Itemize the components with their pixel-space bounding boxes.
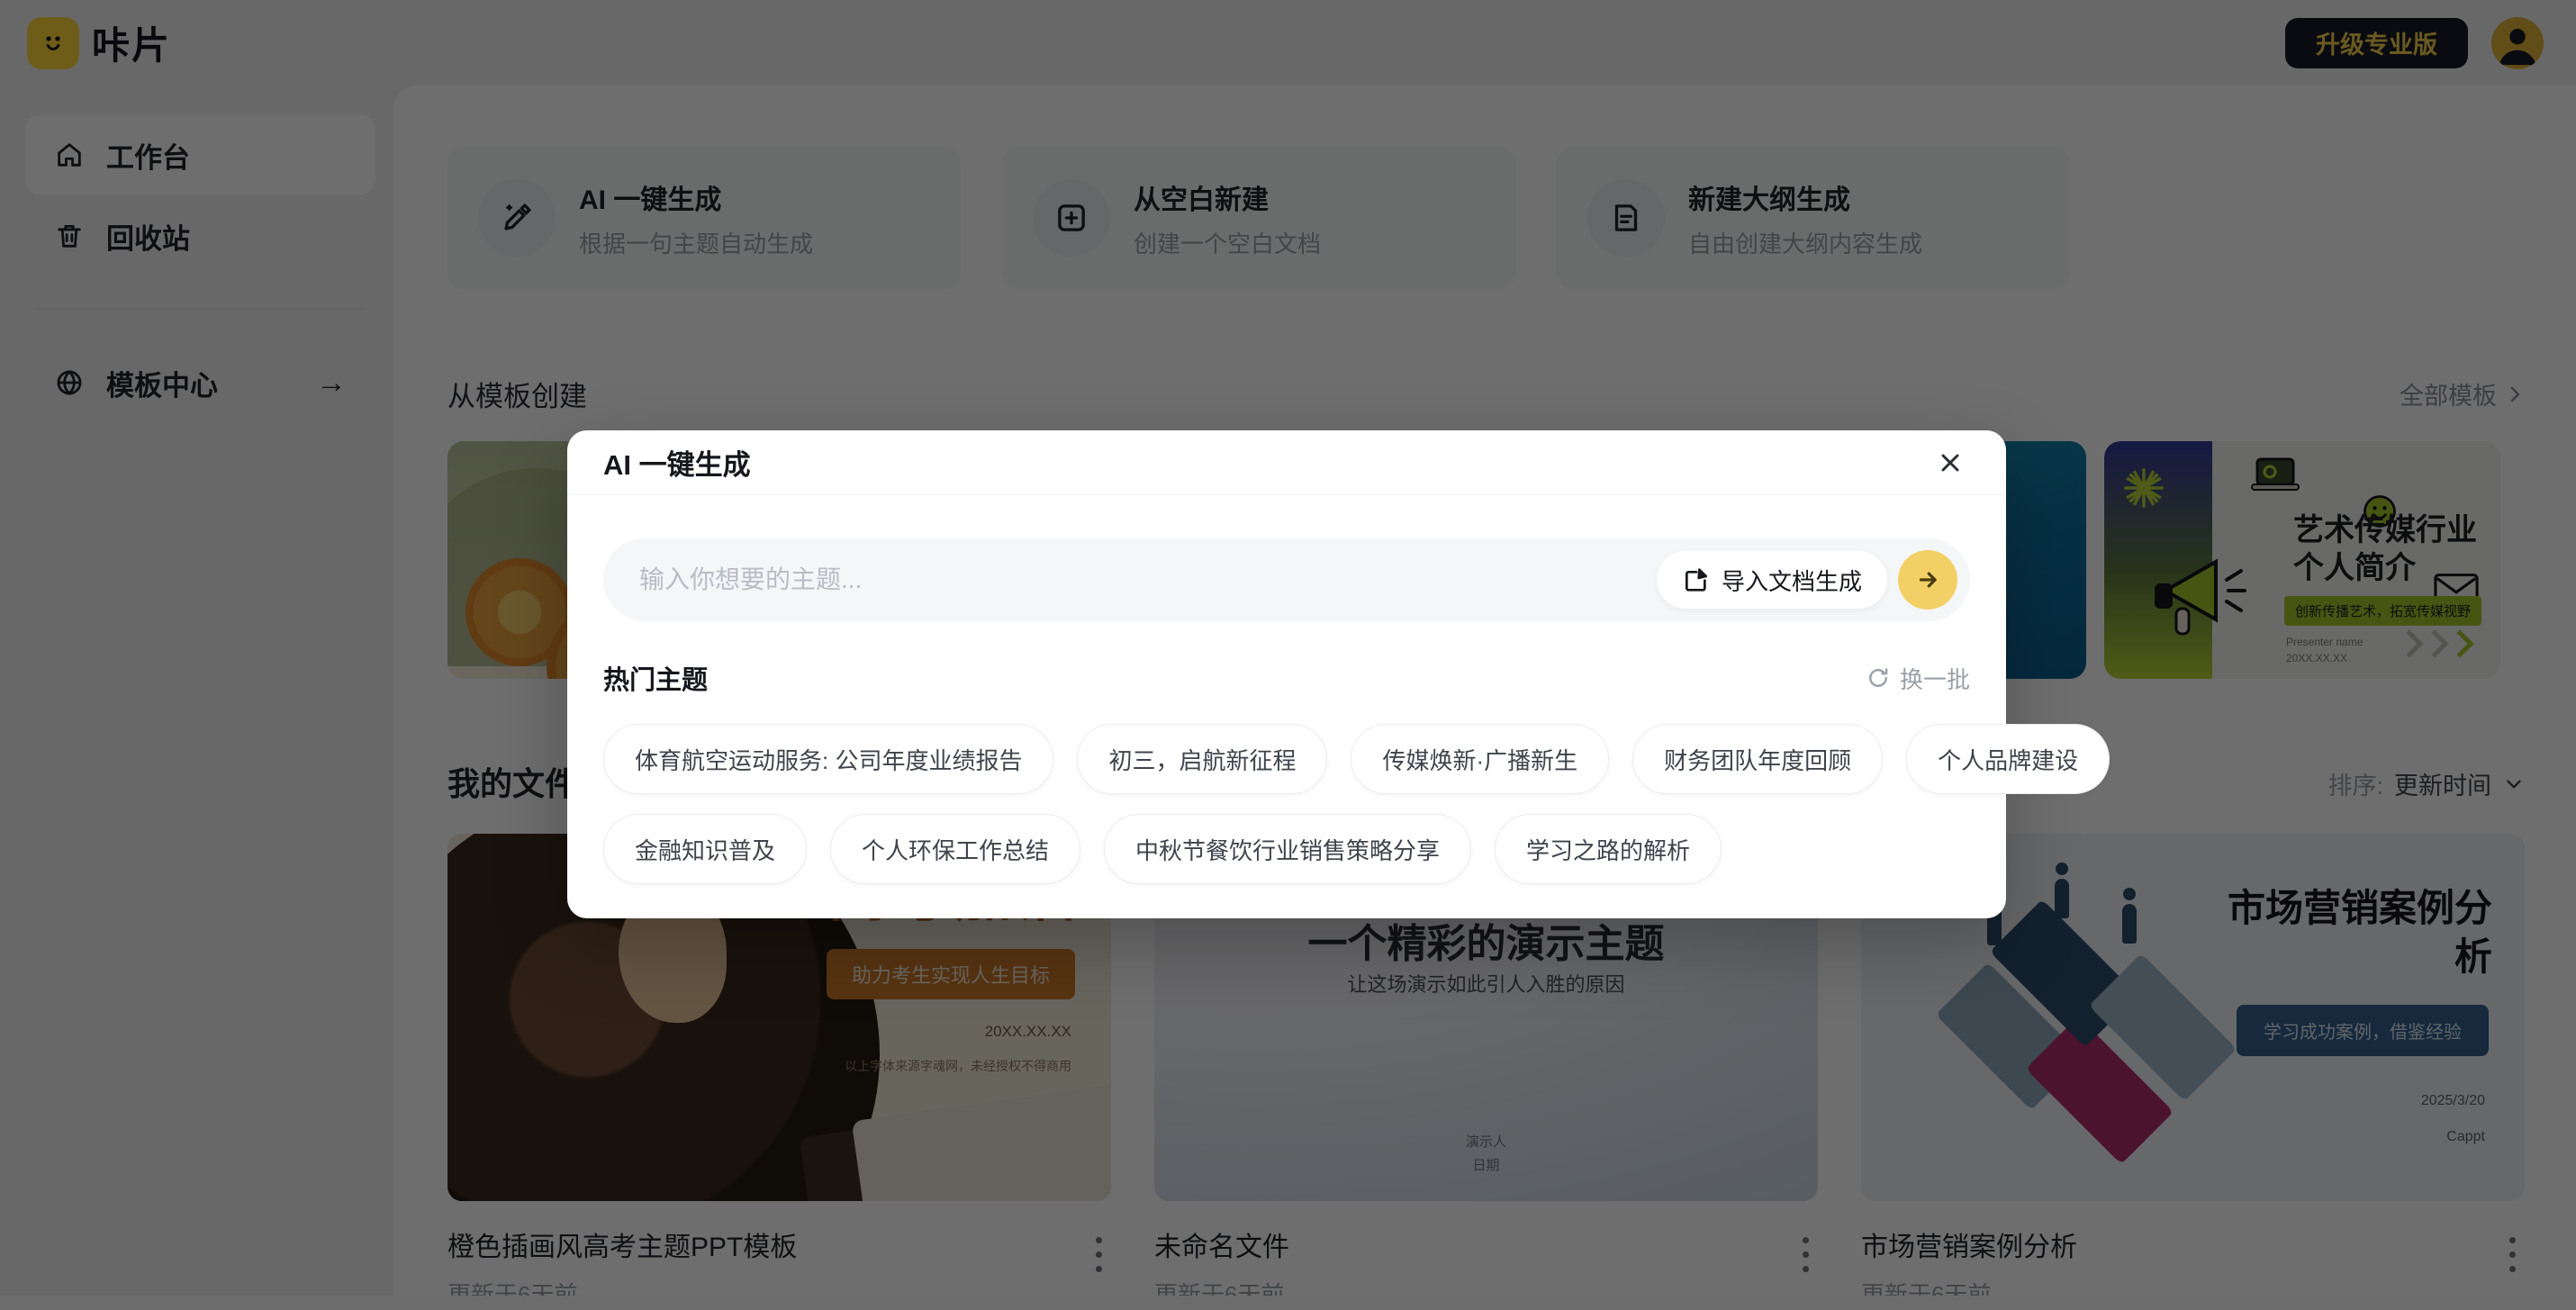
send-arrow-icon	[1914, 566, 1941, 593]
modal-body: 导入文档生成 热门主题 换一批 体育航空运动服务: 公司年度业绩报告 初三，启航…	[567, 495, 2006, 884]
ai-generate-modal: AI 一键生成 导入文档生成 热门主题 换一批	[567, 430, 2006, 918]
hot-topic-pill[interactable]: 个人环保工作总结	[830, 814, 1080, 884]
refresh-topics-button[interactable]: 换一批	[1866, 662, 1970, 695]
hot-topic-pill[interactable]: 初三，启航新征程	[1077, 724, 1327, 794]
hot-topics-header: 热门主题 换一批	[603, 659, 1970, 697]
hot-topic-pill[interactable]: 学习之路的解析	[1495, 814, 1722, 884]
close-icon	[1936, 448, 1965, 477]
hot-topics-row-2: 金融知识普及 个人环保工作总结 中秋节餐饮行业销售策略分享 学习之路的解析	[603, 814, 1970, 884]
hot-topics-title: 热门主题	[603, 659, 708, 697]
topic-input[interactable]	[639, 565, 1657, 594]
hot-topic-pill[interactable]: 中秋节餐饮行业销售策略分享	[1104, 814, 1471, 884]
hot-topic-pill[interactable]: 体育航空运动服务: 公司年度业绩报告	[603, 724, 1053, 794]
app-root: 咔片 升级专业版 工作台 回收站 模板中心 →	[0, 0, 2576, 1310]
import-doc-button[interactable]: 导入文档生成	[1657, 551, 1887, 609]
import-doc-label: 导入文档生成	[1722, 564, 1862, 597]
hot-topic-pill[interactable]: 传媒焕新·广播新生	[1351, 724, 1609, 794]
hot-topic-pill[interactable]: 金融知识普及	[603, 814, 807, 884]
import-doc-icon	[1682, 565, 1711, 594]
send-button[interactable]	[1898, 550, 1957, 610]
refresh-icon	[1866, 665, 1891, 691]
hot-topic-pill[interactable]: 财务团队年度回顾	[1632, 724, 1883, 794]
modal-header: AI 一键生成	[567, 430, 2006, 495]
modal-title: AI 一键生成	[603, 442, 751, 483]
hot-topic-pill[interactable]: 个人品牌建设	[1906, 724, 2110, 794]
hot-topics-row-1: 体育航空运动服务: 公司年度业绩报告 初三，启航新征程 传媒焕新·广播新生 财务…	[603, 724, 1970, 794]
close-button[interactable]	[1930, 443, 1970, 483]
topic-input-bar: 导入文档生成	[603, 538, 1970, 621]
refresh-label: 换一批	[1900, 662, 1970, 695]
